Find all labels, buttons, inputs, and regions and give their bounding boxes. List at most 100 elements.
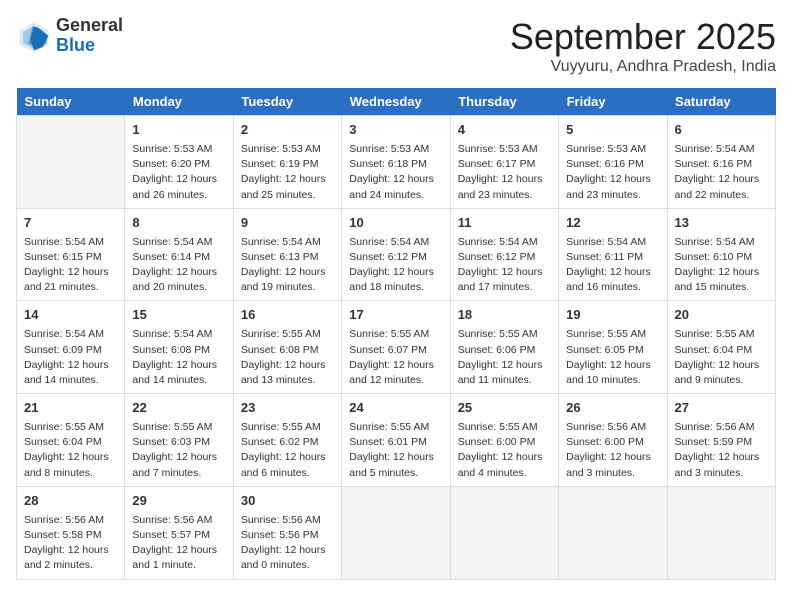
day-number: 15 [132, 306, 225, 325]
calendar-day-cell: 27 Sunrise: 5:56 AM Sunset: 5:59 PM Dayli… [667, 394, 775, 487]
weekday-header-cell: Sunday [17, 88, 125, 116]
calendar-day-cell: 23 Sunrise: 5:55 AM Sunset: 6:02 PM Dayli… [233, 394, 341, 487]
calendar-day-cell: 24 Sunrise: 5:55 AM Sunset: 6:01 PM Dayli… [342, 394, 450, 487]
calendar-day-cell: 6 Sunrise: 5:54 AM Sunset: 6:16 PM Daylig… [667, 116, 775, 209]
day-info: Sunrise: 5:55 AM Sunset: 6:00 PM Dayligh… [458, 420, 551, 481]
day-info: Sunrise: 5:54 AM Sunset: 6:16 PM Dayligh… [675, 142, 768, 203]
calendar-week-row: 14 Sunrise: 5:54 AM Sunset: 6:09 PM Dayli… [17, 301, 776, 394]
calendar-day-cell [17, 116, 125, 209]
calendar-day-cell: 22Sunrise: 5:55 AM Sunset: 6:03 PM Dayli… [125, 394, 233, 487]
day-number: 11 [458, 214, 551, 233]
day-number: 27 [675, 399, 768, 418]
logo-icon [16, 18, 52, 54]
calendar-day-cell: 1 Sunrise: 5:53 AM Sunset: 6:20 PM Daylig… [125, 116, 233, 209]
calendar-table: SundayMondayTuesdayWednesdayThursdayFrid… [16, 88, 776, 580]
calendar-day-cell: 21 Sunrise: 5:55 AM Sunset: 6:04 PM Dayli… [17, 394, 125, 487]
day-info: Sunrise: 5:55 AM Sunset: 6:01 PM Dayligh… [349, 420, 442, 481]
day-info: Sunrise: 5:55 AM Sunset: 6:08 PM Dayligh… [241, 327, 334, 388]
calendar-day-cell: 3 Sunrise: 5:53 AM Sunset: 6:18 PM Daylig… [342, 116, 450, 209]
calendar-day-cell [667, 486, 775, 579]
day-number: 1 [132, 121, 225, 140]
calendar-day-cell: 26Sunrise: 5:56 AM Sunset: 6:00 PM Dayli… [559, 394, 667, 487]
day-info: Sunrise: 5:55 AM Sunset: 6:06 PM Dayligh… [458, 327, 551, 388]
day-info: Sunrise: 5:56 AM Sunset: 5:59 PM Dayligh… [675, 420, 768, 481]
day-info: Sunrise: 5:53 AM Sunset: 6:19 PM Dayligh… [241, 142, 334, 203]
day-number: 30 [241, 492, 334, 511]
weekday-header-cell: Friday [559, 88, 667, 116]
day-number: 14 [24, 306, 117, 325]
weekday-header-cell: Wednesday [342, 88, 450, 116]
day-number: 28 [24, 492, 117, 511]
calendar-day-cell [559, 486, 667, 579]
title-block: September 2025 Vuyyuru, Andhra Pradesh, … [510, 16, 776, 76]
calendar-day-cell: 10Sunrise: 5:54 AM Sunset: 6:12 PM Dayli… [342, 208, 450, 301]
page-header: General Blue September 2025 Vuyyuru, And… [16, 16, 776, 76]
calendar-day-cell: 14 Sunrise: 5:54 AM Sunset: 6:09 PM Dayli… [17, 301, 125, 394]
day-number: 8 [132, 214, 225, 233]
day-info: Sunrise: 5:55 AM Sunset: 6:04 PM Dayligh… [24, 420, 117, 481]
day-number: 4 [458, 121, 551, 140]
day-number: 6 [675, 121, 768, 140]
day-number: 20 [675, 306, 768, 325]
logo-general-text: General [56, 15, 123, 35]
day-info: Sunrise: 5:54 AM Sunset: 6:12 PM Dayligh… [349, 235, 442, 296]
day-info: Sunrise: 5:54 AM Sunset: 6:08 PM Dayligh… [132, 327, 225, 388]
calendar-day-cell: 12 Sunrise: 5:54 AM Sunset: 6:11 PM Dayli… [559, 208, 667, 301]
day-number: 25 [458, 399, 551, 418]
month-title: September 2025 [510, 16, 776, 58]
day-number: 12 [566, 214, 659, 233]
calendar-day-cell: 18 Sunrise: 5:55 AM Sunset: 6:06 PM Dayli… [450, 301, 558, 394]
weekday-header-cell: Saturday [667, 88, 775, 116]
calendar-week-row: 7Sunrise: 5:54 AM Sunset: 6:15 PM Daylig… [17, 208, 776, 301]
logo: General Blue [16, 16, 123, 56]
calendar-day-cell: 20 Sunrise: 5:55 AM Sunset: 6:04 PM Dayli… [667, 301, 775, 394]
day-info: Sunrise: 5:53 AM Sunset: 6:18 PM Dayligh… [349, 142, 442, 203]
day-number: 21 [24, 399, 117, 418]
calendar-day-cell: 8 Sunrise: 5:54 AM Sunset: 6:14 PM Daylig… [125, 208, 233, 301]
logo-blue-text: Blue [56, 35, 95, 55]
day-number: 23 [241, 399, 334, 418]
weekday-header-cell: Tuesday [233, 88, 341, 116]
calendar-day-cell: 4Sunrise: 5:53 AM Sunset: 6:17 PM Daylig… [450, 116, 558, 209]
day-number: 9 [241, 214, 334, 233]
calendar-day-cell: 28 Sunrise: 5:56 AM Sunset: 5:58 PM Dayli… [17, 486, 125, 579]
day-number: 18 [458, 306, 551, 325]
day-number: 19 [566, 306, 659, 325]
day-info: Sunrise: 5:54 AM Sunset: 6:09 PM Dayligh… [24, 327, 117, 388]
weekday-header-row: SundayMondayTuesdayWednesdayThursdayFrid… [17, 88, 776, 116]
day-info: Sunrise: 5:55 AM Sunset: 6:05 PM Dayligh… [566, 327, 659, 388]
calendar-day-cell: 11Sunrise: 5:54 AM Sunset: 6:12 PM Dayli… [450, 208, 558, 301]
calendar-day-cell [342, 486, 450, 579]
calendar-day-cell: 5 Sunrise: 5:53 AM Sunset: 6:16 PM Daylig… [559, 116, 667, 209]
calendar-day-cell: 2Sunrise: 5:53 AM Sunset: 6:19 PM Daylig… [233, 116, 341, 209]
day-info: Sunrise: 5:55 AM Sunset: 6:03 PM Dayligh… [132, 420, 225, 481]
calendar-week-row: 1 Sunrise: 5:53 AM Sunset: 6:20 PM Daylig… [17, 116, 776, 209]
day-info: Sunrise: 5:56 AM Sunset: 5:57 PM Dayligh… [132, 513, 225, 574]
day-number: 7 [24, 214, 117, 233]
calendar-day-cell: 7Sunrise: 5:54 AM Sunset: 6:15 PM Daylig… [17, 208, 125, 301]
day-info: Sunrise: 5:53 AM Sunset: 6:16 PM Dayligh… [566, 142, 659, 203]
day-info: Sunrise: 5:54 AM Sunset: 6:10 PM Dayligh… [675, 235, 768, 296]
day-info: Sunrise: 5:54 AM Sunset: 6:14 PM Dayligh… [132, 235, 225, 296]
calendar-day-cell: 17Sunrise: 5:55 AM Sunset: 6:07 PM Dayli… [342, 301, 450, 394]
day-info: Sunrise: 5:55 AM Sunset: 6:04 PM Dayligh… [675, 327, 768, 388]
weekday-header-cell: Thursday [450, 88, 558, 116]
day-number: 24 [349, 399, 442, 418]
calendar-day-cell: 25 Sunrise: 5:55 AM Sunset: 6:00 PM Dayli… [450, 394, 558, 487]
day-number: 3 [349, 121, 442, 140]
calendar-day-cell: 19 Sunrise: 5:55 AM Sunset: 6:05 PM Dayli… [559, 301, 667, 394]
day-info: Sunrise: 5:55 AM Sunset: 6:02 PM Dayligh… [241, 420, 334, 481]
day-info: Sunrise: 5:56 AM Sunset: 5:56 PM Dayligh… [241, 513, 334, 574]
day-number: 5 [566, 121, 659, 140]
calendar-day-cell: 29 Sunrise: 5:56 AM Sunset: 5:57 PM Dayli… [125, 486, 233, 579]
calendar-day-cell: 13 Sunrise: 5:54 AM Sunset: 6:10 PM Dayli… [667, 208, 775, 301]
day-number: 13 [675, 214, 768, 233]
day-info: Sunrise: 5:53 AM Sunset: 6:20 PM Dayligh… [132, 142, 225, 203]
day-info: Sunrise: 5:54 AM Sunset: 6:11 PM Dayligh… [566, 235, 659, 296]
day-info: Sunrise: 5:54 AM Sunset: 6:13 PM Dayligh… [241, 235, 334, 296]
calendar-day-cell: 9 Sunrise: 5:54 AM Sunset: 6:13 PM Daylig… [233, 208, 341, 301]
day-info: Sunrise: 5:56 AM Sunset: 5:58 PM Dayligh… [24, 513, 117, 574]
calendar-week-row: 28 Sunrise: 5:56 AM Sunset: 5:58 PM Dayli… [17, 486, 776, 579]
day-number: 26 [566, 399, 659, 418]
day-number: 29 [132, 492, 225, 511]
